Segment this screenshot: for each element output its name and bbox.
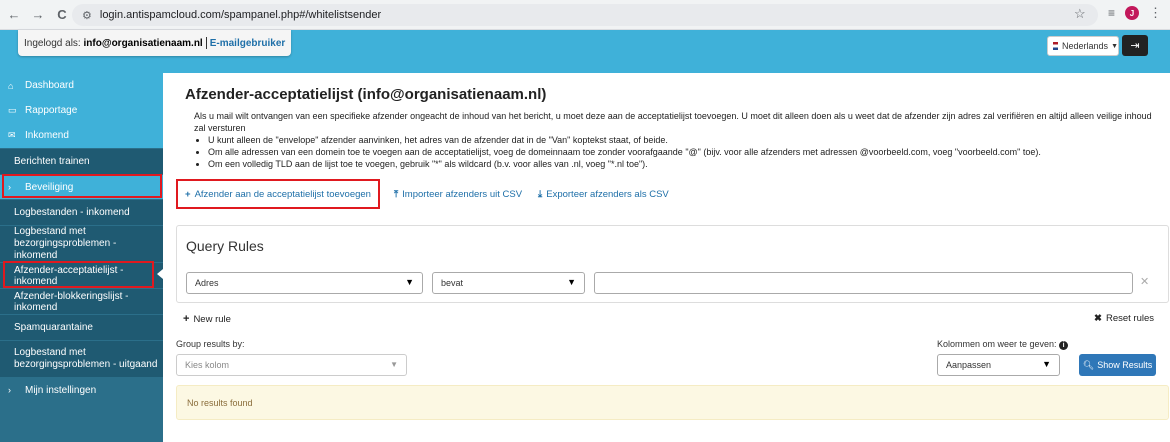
language-dropdown[interactable]: Nederlands ▼: [1047, 36, 1119, 56]
sidebar-item-mijn-instellingen[interactable]: › Mijn instellingen: [0, 378, 163, 402]
sidebar-item-rapportage[interactable]: ▭ Rapportage: [0, 98, 163, 123]
plus-icon: +: [185, 188, 191, 200]
operator-select-value: bevat: [441, 278, 464, 288]
sidebar-item-label: Spamquarantaine: [14, 322, 93, 333]
home-icon: ⌂: [8, 80, 14, 91]
plus-icon: +: [183, 313, 190, 325]
url-text: login.antispamcloud.com/spampanel.php#/w…: [99, 9, 382, 21]
description-list: U kunt alleen de "envelope" afzender aan…: [208, 134, 1152, 170]
back-icon[interactable]: ←: [4, 5, 24, 25]
reload-icon[interactable]: C: [52, 5, 72, 25]
sidebar-item-label: Inkomend: [25, 130, 69, 141]
group-by-select[interactable]: Kies kolom ▼: [176, 354, 407, 376]
sidebar-item-label: Logbestand met bezorgingsproblemen - uit…: [14, 347, 158, 370]
dutch-flag-icon: [1053, 42, 1059, 50]
browser-menu-icon[interactable]: ⋮: [1149, 5, 1162, 21]
bookmark-star-icon[interactable]: ☆: [1074, 6, 1086, 22]
add-sender-label: Afzender aan de acceptatielijst toevoege…: [194, 188, 371, 200]
login-role: E-mailgebruiker: [209, 37, 286, 49]
sidebar-item-label: Logbestanden - inkomend: [14, 207, 130, 218]
forward-icon[interactable]: →: [28, 5, 48, 25]
sidebar-item-bezorgingsproblemen-inkomend[interactable]: Logbestand met bezorgingsproblemen - ink…: [0, 226, 163, 262]
caret-down-icon: ▼: [390, 360, 398, 369]
chevron-right-icon: ›: [8, 385, 11, 395]
no-results-alert: No results found: [176, 385, 1169, 420]
monitor-icon: ▭: [8, 105, 17, 115]
main-content: Afzender-acceptatielijst (info@organisat…: [163, 73, 1170, 442]
sidebar-item-dashboard[interactable]: ⌂ Dashboard: [0, 73, 163, 98]
profile-avatar[interactable]: J: [1125, 6, 1139, 20]
action-bar: + Afzender aan de acceptatielijst toevoe…: [176, 179, 669, 209]
new-rule-label: New rule: [193, 313, 231, 325]
sidebar-item-label: Mijn instellingen: [25, 384, 97, 396]
columns-select-value: Aanpassen: [946, 360, 992, 370]
field-select-value: Adres: [195, 278, 219, 288]
import-csv-label: Importeer afzenders uit CSV: [402, 188, 523, 200]
login-email: info@organisatienaam.nl: [83, 37, 203, 49]
info-icon[interactable]: i: [1059, 341, 1069, 350]
divider: [205, 37, 207, 49]
search-icon: 🔍︎: [1082, 359, 1095, 370]
columns-select[interactable]: Aanpassen ▼: [937, 354, 1060, 376]
rule-value-input[interactable]: [594, 272, 1133, 294]
page-title: Afzender-acceptatielijst (info@organisat…: [185, 86, 547, 103]
sidebar-item-berichten-trainen[interactable]: Berichten trainen: [0, 149, 163, 174]
new-rule-button[interactable]: + New rule: [183, 313, 231, 325]
sidebar-item-label: Afzender-blokkeringslijst - inkomend: [14, 290, 129, 313]
query-rules-title: Query Rules: [186, 238, 264, 254]
sidebar-item-inkomend[interactable]: ✉ Inkomend: [0, 123, 163, 148]
operator-select[interactable]: bevat ▼: [432, 272, 585, 294]
envelope-icon: ✉: [8, 130, 16, 140]
sidebar-item-label: Logbestand met bezorgingsproblemen - ink…: [14, 226, 117, 261]
export-csv-button[interactable]: ⤓ Exporteer afzenders als CSV: [538, 189, 669, 200]
sidebar-item-logbestanden-inkomend[interactable]: Logbestanden - inkomend: [0, 200, 163, 225]
reading-list-icon[interactable]: ≡: [1108, 6, 1115, 20]
description-text: Als u mail wilt ontvangen van een specif…: [194, 111, 1152, 133]
download-icon: ⤓: [538, 188, 543, 200]
group-by-placeholder: Kies kolom: [185, 360, 230, 370]
caret-down-icon: ▼: [1111, 42, 1118, 50]
logout-button[interactable]: ⇥: [1122, 35, 1148, 56]
language-label: Nederlands: [1062, 41, 1109, 51]
address-bar[interactable]: ⚙ login.antispamcloud.com/spampanel.php#…: [72, 4, 1098, 26]
list-item: Om alle adressen van een domein toe te v…: [208, 146, 1152, 158]
caret-down-icon: ▼: [405, 277, 414, 287]
app-header: Ingelogd als: info@organisatienaam.nl E-…: [0, 30, 1170, 73]
remove-rule-icon[interactable]: ✕: [1140, 275, 1149, 288]
login-info: Ingelogd als: info@organisatienaam.nl E-…: [18, 30, 292, 56]
caret-down-icon: ▼: [1042, 359, 1051, 369]
show-results-label: Show Results: [1097, 360, 1153, 370]
login-prefix: Ingelogd als:: [24, 37, 81, 49]
upload-icon: ⤒: [393, 188, 399, 200]
sidebar-item-label: Rapportage: [25, 105, 78, 116]
sidebar-item-spamquarantaine[interactable]: Spamquarantaine: [0, 315, 163, 340]
list-item: U kunt alleen de "envelope" afzender aan…: [208, 134, 1152, 146]
show-results-button[interactable]: 🔍︎ Show Results: [1079, 354, 1156, 376]
export-csv-label: Exporteer afzenders als CSV: [546, 188, 669, 200]
site-settings-icon[interactable]: ⚙: [82, 9, 92, 22]
browser-toolbar: ← → C ⚙ login.antispamcloud.com/spampane…: [0, 0, 1170, 30]
import-csv-button[interactable]: ⤒ Importeer afzenders uit CSV: [394, 189, 522, 200]
sidebar-item-label: Berichten trainen: [14, 156, 90, 167]
highlight-acceptatielijst: [3, 261, 154, 288]
reset-rules-button[interactable]: ✖ Reset rules: [1094, 313, 1154, 324]
highlight-beveiliging: [2, 174, 162, 198]
add-sender-button[interactable]: + Afzender aan de acceptatielijst toevoe…: [176, 179, 380, 209]
sidebar-item-label: Dashboard: [25, 80, 74, 91]
logout-icon: ⇥: [1130, 40, 1140, 52]
query-rules-panel: Query Rules Adres ▼ bevat ▼ ✕: [176, 225, 1169, 303]
field-select[interactable]: Adres ▼: [186, 272, 423, 294]
list-item: Om een volledig TLD aan de lijst toe te …: [208, 158, 1152, 170]
caret-down-icon: ▼: [567, 277, 576, 287]
description: Als u mail wilt ontvangen van een specif…: [194, 110, 1152, 170]
group-by-label: Group results by:: [176, 339, 245, 349]
sidebar-item-bezorgingsproblemen-uitgaand[interactable]: Logbestand met bezorgingsproblemen - uit…: [0, 341, 163, 377]
sidebar-item-blokkeringslijst-inkomend[interactable]: Afzender-blokkeringslijst - inkomend: [0, 289, 163, 314]
reset-rules-label: Reset rules: [1105, 313, 1155, 324]
columns-label: Kolommen om weer te geven: i: [937, 339, 1069, 350]
columns-label-text: Kolommen om weer te geven:: [937, 339, 1057, 349]
close-icon: ✖: [1094, 313, 1102, 324]
